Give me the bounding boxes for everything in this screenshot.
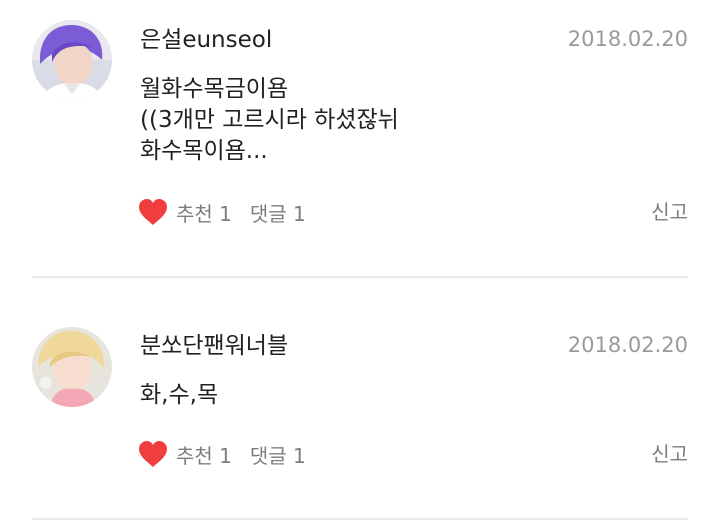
comment-body-line: 월화수목금이욤 bbox=[140, 76, 289, 102]
comment-date: 2018.02.20 bbox=[567, 333, 688, 357]
like-count[interactable]: 추천 1 bbox=[176, 440, 232, 469]
heart-icon[interactable] bbox=[138, 198, 168, 226]
reply-button[interactable]: 댓글 1 bbox=[250, 198, 306, 227]
comment-body-line: ((3개만 고르시라 하셨잖뉘 bbox=[140, 107, 399, 133]
heart-icon[interactable] bbox=[138, 440, 168, 468]
comment-body-line: 화수목이욤... bbox=[140, 138, 268, 164]
comment-body-line: 화,수,목 bbox=[140, 382, 219, 408]
comment-divider bbox=[32, 276, 688, 278]
report-button[interactable]: 신고 bbox=[651, 197, 688, 227]
avatar[interactable] bbox=[32, 327, 112, 407]
profile-photo-icon bbox=[32, 20, 112, 100]
avatar[interactable] bbox=[32, 20, 112, 100]
comment-body: 월화수목금이욤 ((3개만 고르시라 하셨잖뉘 화수목이욤... bbox=[140, 74, 399, 167]
comment-actions: 추천 1 댓글 1 bbox=[138, 439, 306, 469]
comment-divider bbox=[32, 518, 688, 520]
comment-username[interactable]: 분쏘단팬워너블 bbox=[140, 331, 288, 361]
comment-body: 화,수,목 bbox=[140, 380, 218, 411]
profile-photo-icon bbox=[32, 327, 112, 407]
comment-actions: 추천 1 댓글 1 bbox=[138, 197, 306, 227]
like-count[interactable]: 추천 1 bbox=[176, 198, 232, 227]
report-button[interactable]: 신고 bbox=[651, 439, 688, 469]
comment-date: 2018.02.20 bbox=[567, 27, 688, 51]
comment-username[interactable]: 은설eunseol bbox=[140, 25, 272, 55]
reply-button[interactable]: 댓글 1 bbox=[250, 440, 306, 469]
